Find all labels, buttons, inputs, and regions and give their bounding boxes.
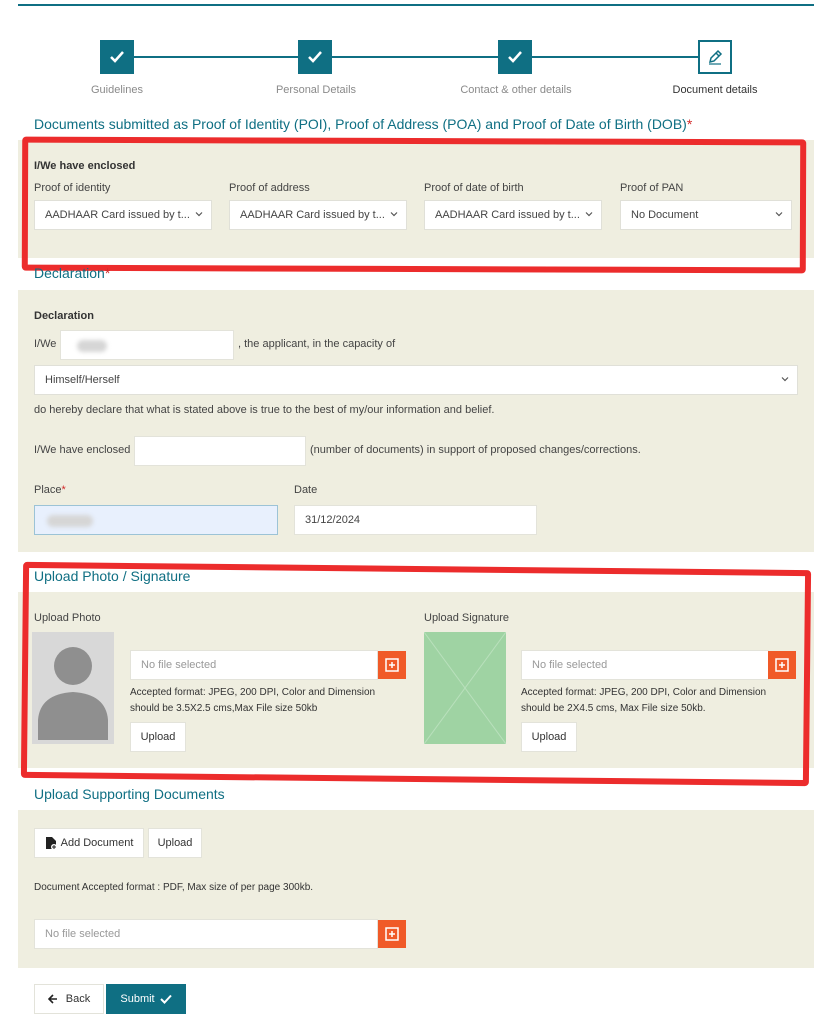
photo-note-line-1: Accepted format: JPEG, 200 DPI, Color an… [130,687,376,698]
signature-note-line-1: Accepted format: JPEG, 200 DPI, Color an… [521,687,767,698]
add-document-button[interactable]: Add Document [34,828,144,858]
signature-upload-button[interactable]: Upload [521,722,577,752]
supporting-panel: Add Document Upload Document Accepted fo… [18,810,814,968]
photo-upload-button[interactable]: Upload [130,722,186,752]
step-connector [332,56,498,58]
enclosed-count-label: I/We have enclosed [34,444,131,456]
signature-placeholder-icon [423,631,507,745]
applicant-name-input[interactable] [60,330,234,360]
upload-signature-label: Upload Signature [424,612,510,624]
step-label-contact: Contact & other details [460,84,572,96]
supporting-file-input[interactable]: No file selected [34,919,378,949]
required-mark: * [104,265,111,281]
step-connector [532,56,698,58]
proof-address-select[interactable]: AADHAAR Card issued by t... [229,200,407,230]
proof-dob-label: Proof of date of birth [424,182,524,194]
signature-file-input[interactable]: No file selected [521,650,769,680]
capacity-value: Himself/Herself [45,374,120,386]
proof-identity-label: Proof of identity [34,182,111,194]
date-label: Date [294,484,318,496]
chevron-down-icon [195,212,203,217]
check-icon [159,994,172,1004]
applicant-capacity-text: , the applicant, in the capacity of [238,338,396,350]
progress-stepper: Guidelines Personal Details Contact & ot… [0,40,832,100]
place-label: Place* [34,484,66,496]
step-label-guidelines: Guidelines [91,84,143,96]
proof-pan-label: Proof of PAN [620,182,684,194]
required-mark: * [61,484,66,496]
add-document-label: Add Document [60,837,134,849]
step-label-document: Document details [672,84,758,96]
supporting-upload-button[interactable]: Upload [148,828,202,858]
back-button[interactable]: Back [34,984,104,1014]
add-document-icon [45,837,57,850]
photo-format-note: Accepted format: JPEG, 200 DPI, Color an… [130,685,375,717]
proof-pan-select[interactable]: No Document [620,200,792,230]
declare-text: do hereby declare that what is stated ab… [34,404,495,416]
place-input[interactable] [34,505,278,535]
proof-dob-select[interactable]: AADHAAR Card issued by t... [424,200,602,230]
enclosed-suffix-text: (number of documents) in support of prop… [310,444,641,456]
proof-address-label: Proof of address [229,182,310,194]
declaration-heading: Declaration [34,310,94,322]
avatar-placeholder-icon [32,632,114,744]
documents-panel: I/We have enclosed Proof of identity Pro… [18,140,814,258]
upload-photo-label: Upload Photo [34,612,101,624]
step-document-pencil-icon[interactable] [698,40,732,74]
arrow-left-icon [47,994,57,1004]
chevron-down-icon [781,377,789,382]
signature-browse-icon[interactable] [768,651,796,679]
submit-button[interactable]: Submit [106,984,186,1014]
supporting-browse-icon[interactable] [378,920,406,948]
upload-photo-section-title: Upload Photo / Signature [34,568,191,584]
chevron-down-icon [585,212,593,217]
enclosed-count-input[interactable] [134,436,306,466]
chevron-down-icon [390,212,398,217]
documents-title-text: Documents submitted as Proof of Identity… [34,116,687,132]
proof-identity-select[interactable]: AADHAAR Card issued by t... [34,200,212,230]
redacted-name [77,340,107,352]
signature-note-line-2: should be 2X4.5 cms, Max File size 50kb. [521,703,706,714]
chevron-down-icon [775,212,783,217]
photo-browse-icon[interactable] [378,651,406,679]
step-connector [134,56,298,58]
step-personal-check-icon[interactable] [298,40,332,74]
step-guidelines-check-icon[interactable] [100,40,134,74]
top-divider [18,4,814,6]
signature-format-note: Accepted format: JPEG, 200 DPI, Color an… [521,685,766,717]
declaration-title-text: Declaration [34,265,105,281]
step-contact-check-icon[interactable] [498,40,532,74]
proof-pan-value: No Document [631,209,699,221]
redacted-place [47,515,93,527]
supporting-section-title: Upload Supporting Documents [34,786,225,802]
step-label-personal: Personal Details [275,84,357,96]
declaration-section-title: Declaration* [34,265,110,281]
supporting-format-note: Document Accepted format : PDF, Max size… [34,882,314,893]
submit-label: Submit [120,993,155,1005]
date-input[interactable]: 31/12/2024 [294,505,537,535]
photo-note-line-2: should be 3.5X2.5 cms,Max File size 50kb [130,703,318,714]
required-mark: * [686,116,693,132]
declaration-panel: Declaration I/We , the applicant, in the… [18,290,814,552]
proof-address-value: AADHAAR Card issued by t... [240,209,385,221]
photo-file-input[interactable]: No file selected [130,650,378,680]
iwe-label: I/We [34,338,57,350]
back-label: Back [65,993,91,1005]
enclosed-label: I/We have enclosed [34,160,136,172]
upload-photo-panel: Upload Photo No file selected Accepted f… [18,592,814,768]
proof-identity-value: AADHAAR Card issued by t... [45,209,190,221]
place-label-text: Place [34,484,62,496]
documents-section-title: Documents submitted as Proof of Identity… [34,116,692,132]
proof-dob-value: AADHAAR Card issued by t... [435,209,580,221]
capacity-select[interactable]: Himself/Herself [34,365,798,395]
